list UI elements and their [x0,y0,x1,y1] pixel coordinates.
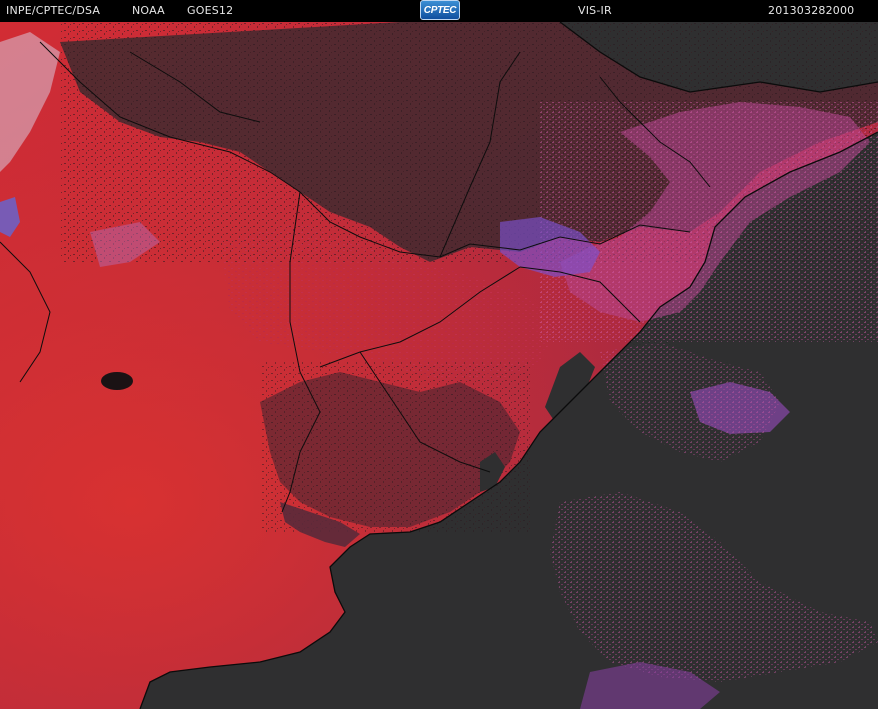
south-speckle [260,362,530,532]
header-bar: INPE/CPTEC/DSA NOAA GOES12 CPTEC VIS-IR … [0,0,878,22]
lake-dark [101,372,133,390]
timestamp-label: 201303282000 [768,4,855,17]
channel-label: VIS-IR [578,4,612,17]
cptec-logo-icon: CPTEC [420,0,460,20]
agency-label: NOAA [132,4,165,17]
satellite-image [0,22,878,709]
satellite-label: GOES12 [187,4,234,17]
logo-text: CPTEC [423,4,457,16]
institution-label: INPE/CPTEC/DSA [6,4,101,17]
cloud-dots-east [540,102,878,342]
